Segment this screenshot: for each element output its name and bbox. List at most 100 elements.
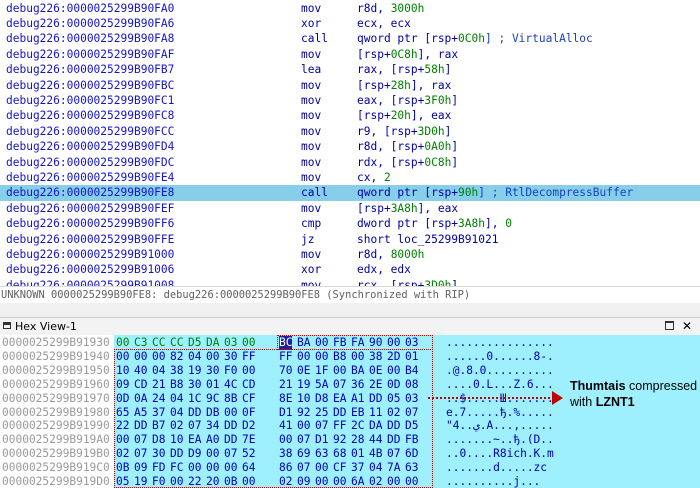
disasm-operands: [rsp+0C8h], rax	[357, 47, 458, 62]
close-icon[interactable]: ✕	[682, 318, 692, 335]
disasm-row[interactable]: debug226:0000025299B91008 mov rcx, [rsp+3D…	[0, 278, 700, 286]
disasm-operands: dword ptr [rsp+3A8h], 0	[357, 216, 512, 231]
hex-view-title: Hex View-1	[15, 320, 77, 333]
disasm-operand-part: r9, [rsp+	[357, 124, 418, 138]
hex-address: 0000025299B91980	[2, 405, 110, 419]
disasm-operand-part: ], rax	[410, 78, 452, 92]
disasm-mnemonic: mov	[301, 47, 322, 61]
disasm-address: debug226:0000025299B90FBC	[6, 78, 175, 92]
disasm-row[interactable]: debug226:0000025299B90FE4 mov cx, 2	[0, 170, 700, 185]
disasm-address: debug226:0000025299B90FA0	[6, 1, 175, 15]
disasm-operand-part: [rsp+	[357, 109, 391, 123]
disasm-mnemonic: jz	[301, 232, 315, 246]
hex-address: 0000025299B91940	[2, 349, 110, 363]
hex-address: 0000025299B919B0	[2, 447, 110, 461]
annotation-part1: Thumtais	[570, 379, 626, 393]
disasm-operand-part: rcx, [rsp+	[357, 278, 425, 286]
hex-ascii: .......~..ђ.(D..	[446, 433, 554, 447]
disasm-mnemonic: mov	[301, 278, 322, 286]
disasm-row[interactable]: debug226:0000025299B90FF6 cmp dword ptr [r…	[0, 216, 700, 231]
disasm-address: debug226:0000025299B90FB7	[6, 63, 175, 77]
disasm-operand-part: qword ptr [rsp+	[357, 186, 459, 200]
hex-view-titlebar[interactable]: Hex View-1 ✕	[0, 317, 700, 336]
disasm-operand-part: [rsp+	[357, 201, 391, 215]
disasm-mnemonic: cmp	[301, 217, 322, 231]
disasm-operand-part: 3A8h	[390, 201, 418, 215]
annotation-arrow-line	[428, 397, 554, 399]
hex-byte[interactable]: DA	[206, 336, 219, 350]
hex-byte[interactable]: C3	[134, 336, 147, 350]
hex-ascii: .@.8.0..........	[446, 363, 554, 377]
disassembly-view[interactable]: debug226:0000025299B90FA0 mov r8d, 3000h de…	[0, 0, 700, 286]
disasm-operands: rax, [rsp+58h]	[357, 62, 451, 77]
disasm-operand-part: r8d,	[357, 247, 391, 261]
disasm-mnemonic: mov	[301, 140, 322, 154]
disasm-operand-part: 0C8h	[424, 155, 452, 169]
hex-byte[interactable]: CC	[152, 336, 165, 350]
disasm-operand-part: 8000h	[390, 247, 425, 261]
annotation-text: Thumtais compressed with LZNT1	[570, 378, 700, 410]
disasm-operand-part: 0C8h	[390, 47, 418, 61]
disasm-mnemonic: mov	[301, 78, 322, 92]
disasm-operands: ecx, ecx	[357, 16, 411, 31]
hex-byte[interactable]: 00	[116, 336, 129, 350]
disasm-operands: eax, [rsp+3F0h]	[357, 93, 458, 108]
disasm-row[interactable]: debug226:0000025299B90FBC mov [rsp+28h], r…	[0, 78, 700, 93]
disasm-row[interactable]: debug226:0000025299B90FEF mov [rsp+3A8h], …	[0, 201, 700, 216]
disasm-address: debug226:0000025299B91000	[6, 247, 175, 261]
hex-address: 0000025299B919D0	[2, 475, 110, 488]
disasm-row[interactable]: debug226:0000025299B90FAF mov [rsp+0C8h], …	[0, 47, 700, 62]
disasm-operand-part: rax, [rsp+	[357, 63, 425, 77]
disasm-row[interactable]: debug226:0000025299B91006 xor edx, edx	[0, 262, 700, 277]
disasm-row[interactable]: debug226:0000025299B90FCC mov r9, [rsp+3D0…	[0, 124, 700, 139]
hex-byte[interactable]: 03	[224, 336, 237, 350]
disasm-operands: r9, [rsp+3D0h]	[357, 124, 451, 139]
disasm-operand-part: rdx, [rsp+	[357, 155, 425, 169]
disasm-address: debug226:0000025299B90FCC	[6, 124, 175, 138]
disasm-operand-part: short loc_25299B91021	[357, 232, 499, 246]
disasm-row[interactable]: debug226:0000025299B90FC1 mov eax, [rsp+3F…	[0, 93, 700, 108]
disasm-row[interactable]: debug226:0000025299B90FDC mov rdx, [rsp+0C…	[0, 155, 700, 170]
disasm-row[interactable]: debug226:0000025299B90FC8 mov [rsp+20h], e…	[0, 108, 700, 123]
disasm-operands: cx, 2	[357, 170, 391, 185]
disasm-operand-part: ]	[451, 155, 459, 169]
disasm-address: debug226:0000025299B90FA6	[6, 16, 175, 30]
disasm-operand-part: edx, edx	[357, 263, 411, 277]
disasm-row[interactable]: debug226:0000025299B90FD4 mov r8d, [rsp+0A…	[0, 139, 700, 154]
disasm-operand-part: 3D0h	[417, 124, 445, 138]
status-line: UNKNOWN 0000025299B90FE8: debug226:00000…	[0, 286, 700, 304]
disasm-row[interactable]: debug226:0000025299B91000 mov r8d, 8000h	[0, 247, 700, 262]
disasm-operand-part: 28h	[390, 78, 411, 92]
disasm-operand-part: ]	[451, 93, 459, 107]
hex-address: 0000025299B91960	[2, 377, 110, 391]
disasm-operand-part: ]	[451, 278, 459, 286]
disasm-row[interactable]: debug226:0000025299B90FA8 call qword ptr […	[0, 31, 700, 46]
disasm-mnemonic: mov	[301, 201, 322, 215]
hex-byte[interactable]: CC	[170, 336, 183, 350]
hex-address: 0000025299B919A0	[2, 433, 110, 447]
disasm-operand-part: ], eax	[410, 109, 452, 123]
hex-ascii: "4..ي.A...,.....	[446, 419, 554, 433]
maximize-icon[interactable]	[665, 321, 674, 330]
pane-separator[interactable]	[0, 303, 700, 317]
disasm-operand-part: 3000h	[390, 1, 425, 15]
disasm-operand-part: [rsp+	[357, 47, 391, 61]
hex-byte[interactable]: 00	[242, 336, 255, 350]
disasm-row[interactable]: debug226:0000025299B90FE8 call qword ptr […	[0, 185, 700, 201]
disasm-mnemonic: mov	[301, 93, 322, 107]
disasm-mnemonic: xor	[301, 263, 322, 277]
disasm-operands: r8d, [rsp+0A0h]	[357, 139, 458, 154]
disasm-row[interactable]: debug226:0000025299B90FB7 lea rax, [rsp+58…	[0, 62, 700, 77]
disasm-row[interactable]: debug226:0000025299B90FA0 mov r8d, 3000h	[0, 1, 700, 16]
disasm-operands: qword ptr [rsp+0C0h] ; VirtualAlloc	[357, 31, 593, 46]
disasm-operand-part: ], rax	[417, 47, 459, 61]
disasm-address: debug226:0000025299B90FE4	[6, 170, 175, 184]
compressed-data-box	[114, 349, 433, 488]
disasm-operand-part: ]	[444, 63, 452, 77]
disasm-operand-part: ] ; VirtualAlloc	[485, 32, 593, 46]
disasm-row[interactable]: debug226:0000025299B90FA6 xor ecx, ecx	[0, 16, 700, 31]
disasm-operand-part: 0A0h	[424, 140, 452, 154]
hex-address: 0000025299B91970	[2, 391, 110, 405]
hex-byte[interactable]: D5	[188, 336, 201, 350]
disasm-row[interactable]: debug226:0000025299B90FFE jz short loc_252…	[0, 232, 700, 247]
